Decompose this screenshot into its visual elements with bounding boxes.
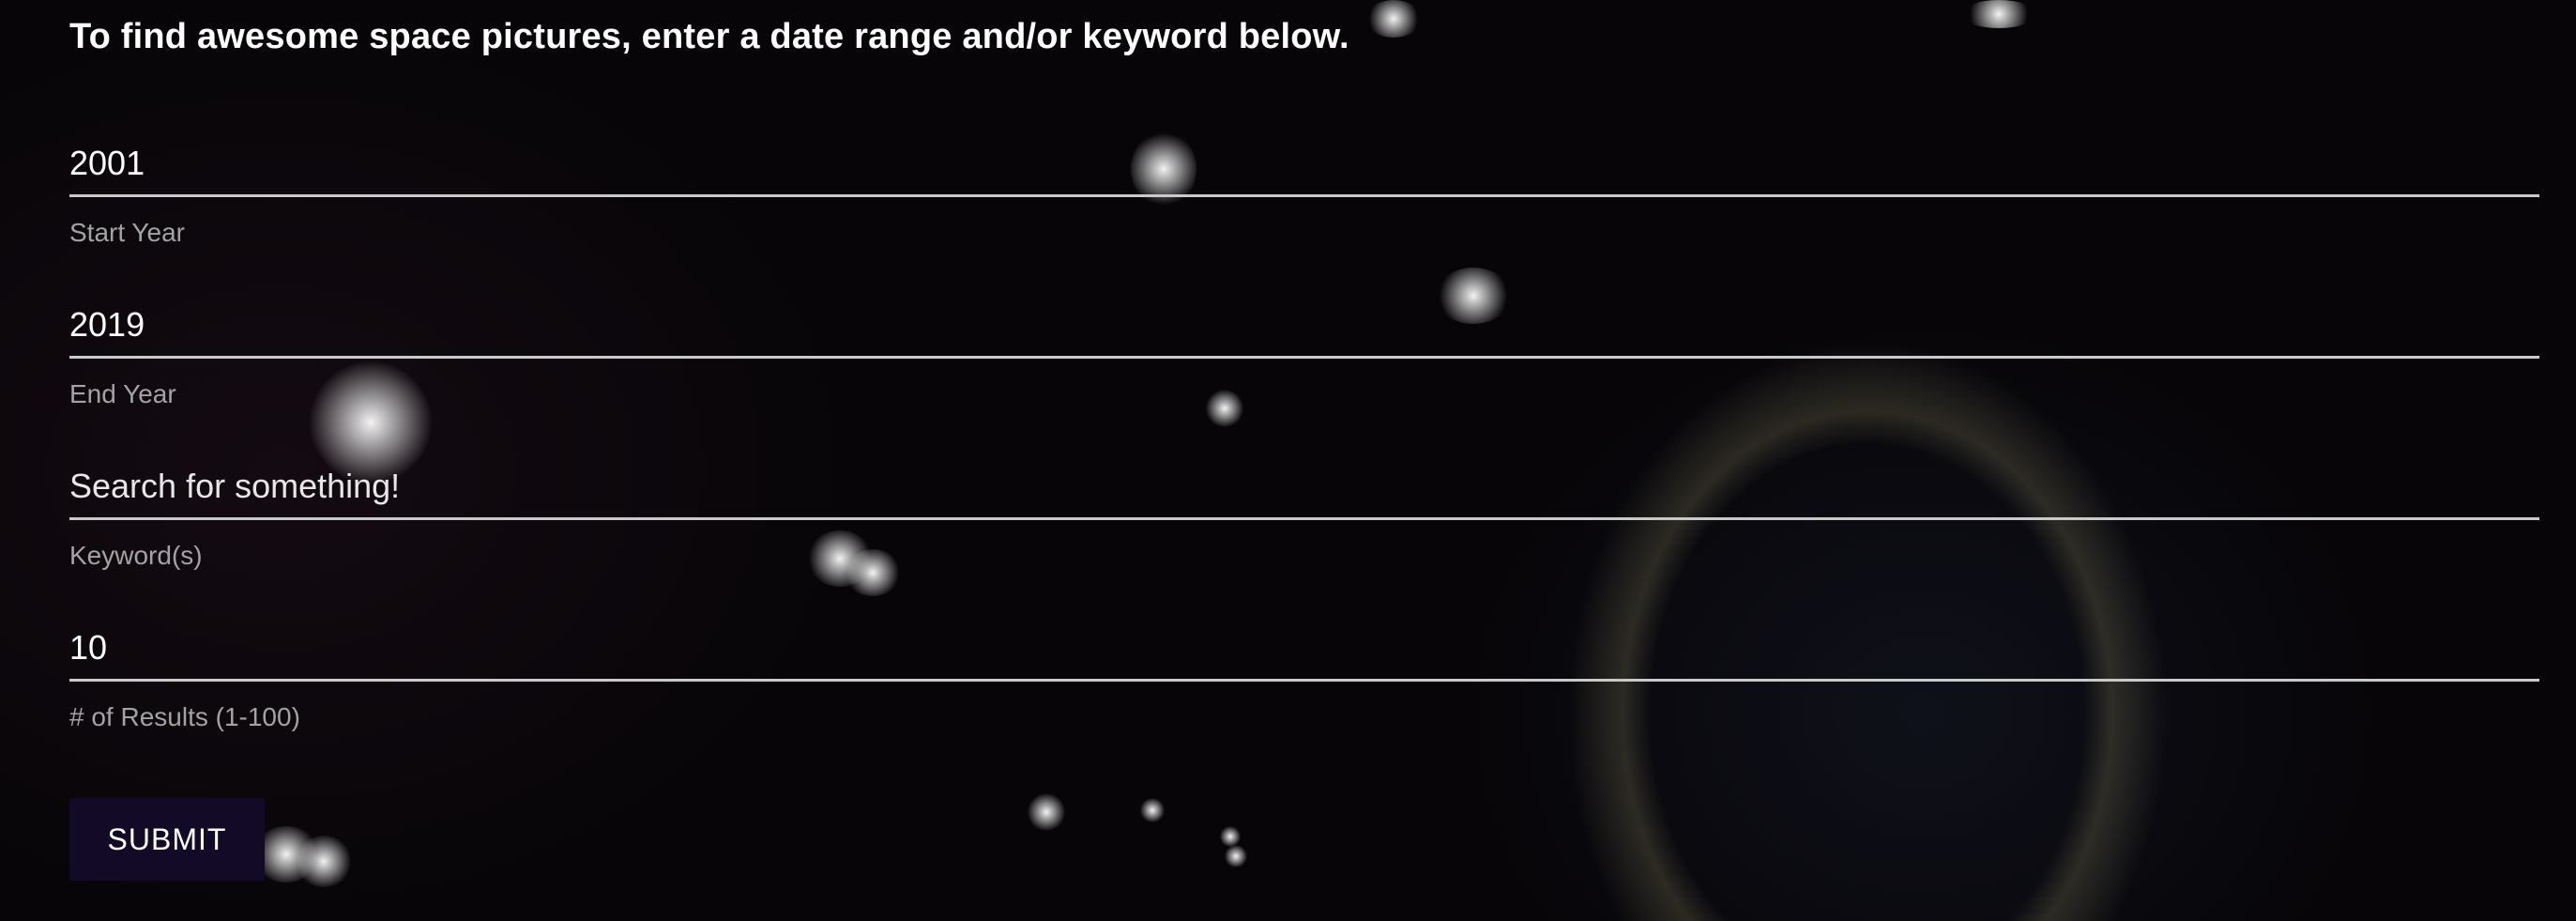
start-year-field-group: Start Year: [69, 122, 2539, 248]
start-year-label: Start Year: [69, 218, 185, 247]
star: [1140, 798, 1165, 822]
num-results-input[interactable]: [69, 606, 2539, 682]
star: [1365, 0, 1422, 38]
keywords-label: Keyword(s): [69, 541, 203, 570]
end-year-field-group: End Year: [69, 284, 2539, 409]
star: [1220, 826, 1241, 847]
star: [1028, 793, 1065, 831]
star: [296, 836, 352, 887]
num-results-field-group: # of Results (1-100): [69, 606, 2539, 732]
star: [1961, 0, 2036, 28]
end-year-label: End Year: [69, 379, 176, 408]
submit-button[interactable]: SUBMIT: [69, 798, 265, 881]
end-year-input[interactable]: [69, 284, 2539, 359]
num-results-label: # of Results (1-100): [69, 702, 300, 731]
start-year-input[interactable]: [69, 122, 2539, 197]
keywords-field-group: Keyword(s): [69, 445, 2539, 571]
keywords-input[interactable]: [69, 445, 2539, 520]
star: [1225, 845, 1247, 867]
intro-text: To find awesome space pictures, enter a …: [69, 17, 1349, 56]
